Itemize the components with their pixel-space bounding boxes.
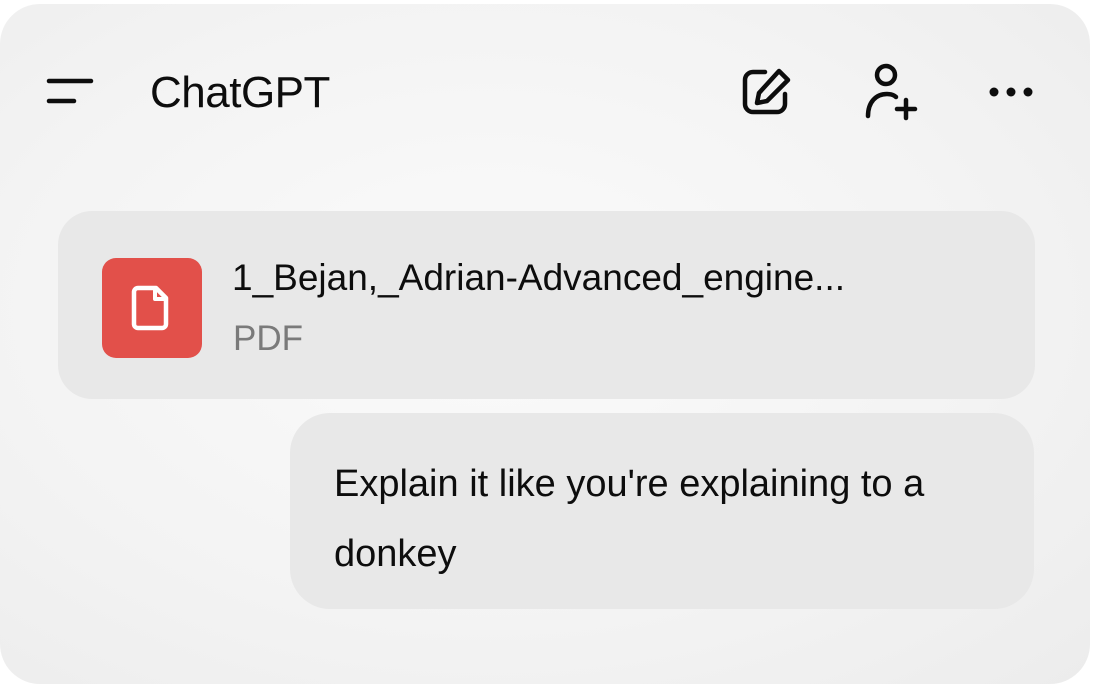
edit-icon <box>742 68 791 115</box>
document-icon <box>131 285 169 331</box>
top-bar: ChatGPT <box>0 4 1090 174</box>
file-name: 1_Bejan,_Adrian-Advanced_engine... <box>232 257 846 298</box>
file-type-label: PDF <box>233 319 303 358</box>
file-attachment[interactable]: 1_Bejan,_Adrian-Advanced_engine... PDF <box>58 211 1035 399</box>
chat-screen: ChatGPT 1_Bejan,_Adrian-Advanced_engine.… <box>0 4 1090 684</box>
app-title: ChatGPT <box>150 68 330 117</box>
menu-icon <box>46 78 94 104</box>
add-user-icon <box>865 63 918 121</box>
user-message-bubble: Explain it like you're explaining to a d… <box>290 413 1034 609</box>
add-people-button[interactable] <box>858 60 922 124</box>
user-message-text: Explain it like you're explaining to a d… <box>334 463 925 575</box>
new-chat-button[interactable] <box>735 60 799 124</box>
more-icon <box>989 87 1033 97</box>
more-options-button[interactable] <box>980 60 1044 124</box>
file-type-badge <box>102 258 202 358</box>
sidebar-menu-button[interactable] <box>40 66 100 116</box>
